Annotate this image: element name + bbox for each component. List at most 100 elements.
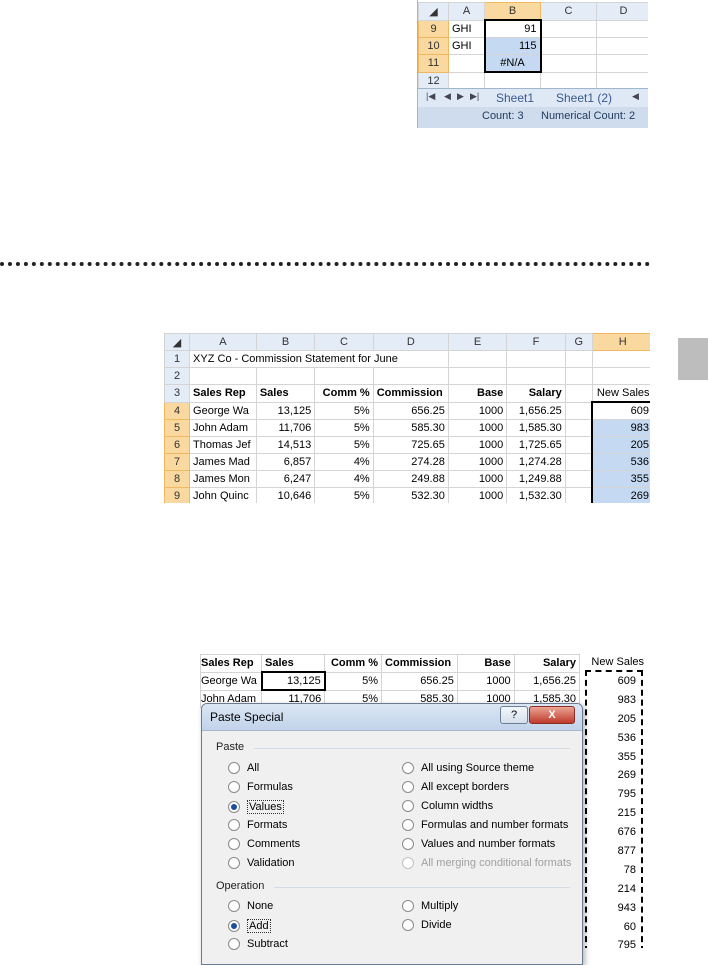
row-header[interactable]: 8 [164,470,191,488]
radio-circle-icon[interactable] [228,781,240,793]
cell[interactable]: 1,725.65 [506,436,566,454]
cell[interactable] [540,71,597,90]
select-all-corner[interactable]: ◢ [418,2,449,21]
paste-option-1[interactable]: Formulas [228,781,293,793]
header-cell[interactable]: Comm % [324,654,383,673]
cell[interactable] [314,367,374,385]
sheet-tab-sheet1[interactable]: Sheet1 [496,91,534,105]
paste-option-right-2[interactable]: Column widths [402,800,493,812]
radio-circle-icon[interactable] [228,762,240,774]
column-header-a[interactable]: A [448,2,485,21]
new-sales-value[interactable]: 609 [586,672,638,691]
header-cell[interactable]: Sales [255,384,316,403]
new-sales-value[interactable]: 214 [586,880,638,899]
cell[interactable] [540,54,597,73]
radio-circle-icon[interactable] [402,919,414,931]
cell[interactable]: James Mon [189,470,257,488]
cell[interactable] [596,19,648,38]
radio-circle-icon[interactable] [228,938,240,950]
cell[interactable] [564,436,593,454]
cell[interactable] [596,54,648,73]
cell[interactable] [564,419,593,437]
cell[interactable]: 1000 [456,671,515,691]
cell[interactable]: 13,125 [255,401,316,420]
paste-option-4[interactable]: Comments [228,838,300,850]
cell[interactable]: 1,249.88 [506,470,566,488]
radio-circle-icon[interactable] [228,838,240,850]
cell[interactable] [540,37,597,55]
cell[interactable] [372,367,449,385]
cell[interactable] [564,350,593,368]
cell[interactable]: 274.28 [372,453,449,471]
header-cell[interactable]: Base [447,384,508,403]
header-cell[interactable]: Comm % [314,384,374,403]
cell[interactable]: GHI [448,19,485,38]
column-header-d[interactable]: D [596,2,648,21]
cell[interactable]: 249.88 [372,470,449,488]
cell[interactable]: 6,247 [255,470,316,488]
new-sales-cell[interactable]: 983 [591,419,650,437]
column-header-f[interactable]: F [506,333,566,351]
cell[interactable]: 585.30 [372,419,449,437]
header-cell[interactable]: Commission [372,384,449,403]
header-cell[interactable]: New Sales [591,384,650,403]
column-header-g[interactable]: G [564,333,593,351]
new-sales-value[interactable]: 205 [586,710,638,729]
cell[interactable]: 115 [483,37,542,55]
cell[interactable]: James Mad [189,453,257,471]
paste-option-right-1[interactable]: All except borders [402,781,509,793]
cell[interactable]: 1000 [447,487,508,503]
error-cell[interactable]: #N/A [483,54,542,73]
next-sheet-icon[interactable]: ▶ [457,91,464,102]
radio-circle-icon[interactable] [228,920,240,932]
radio-circle-icon[interactable] [402,800,414,812]
cell[interactable]: George Wa [200,671,263,691]
new-sales-cell[interactable]: 205 [591,436,650,454]
column-header-c[interactable]: C [540,2,597,21]
radio-circle-icon[interactable] [402,762,414,774]
cell[interactable] [591,367,650,385]
new-sales-value[interactable]: 269 [586,766,638,785]
cell[interactable]: 14,513 [255,436,316,454]
cell[interactable]: 5% [314,487,374,503]
prev-sheet-icon[interactable]: ◀ [444,91,451,102]
header-cell[interactable]: Salary [513,654,581,673]
row-header[interactable]: 11 [418,54,449,73]
cell[interactable]: 1000 [447,401,508,420]
radio-circle-icon[interactable] [228,857,240,869]
radio-circle-icon[interactable] [402,900,414,912]
cell[interactable] [564,487,593,503]
header-cell[interactable]: Base [456,654,515,673]
cell[interactable] [564,401,593,420]
cell[interactable]: 532.30 [372,487,449,503]
cell[interactable] [564,470,593,488]
new-sales-cell[interactable]: 355 [591,470,650,488]
column-header-c[interactable]: C [314,333,374,351]
new-sales-value[interactable]: 983 [586,691,638,710]
column-header-a[interactable]: A [189,333,257,351]
cell[interactable] [189,367,257,385]
cell[interactable] [255,367,316,385]
cell[interactable] [448,54,485,73]
cell[interactable]: GHI [448,37,485,55]
radio-circle-icon[interactable] [402,819,414,831]
tab-scroll-icon[interactable]: ◀ [632,91,639,102]
operation-option-1[interactable]: Add [228,919,271,933]
cell[interactable]: John Quinc [189,487,257,503]
paste-option-5[interactable]: Validation [228,857,295,869]
header-cell[interactable]: Sales Rep [200,654,263,673]
paste-option-right-0[interactable]: All using Source theme [402,762,534,774]
cell[interactable]: John Adam [189,419,257,437]
select-all-corner[interactable]: ◢ [164,333,191,351]
cell[interactable] [447,367,508,385]
new-sales-value[interactable]: 60 [586,918,638,937]
help-button[interactable]: ? [500,706,528,724]
row-header[interactable]: 10 [418,37,449,55]
paste-option-0[interactable]: All [228,762,259,774]
new-sales-cell[interactable]: 536 [591,453,650,471]
operation-option-right-1[interactable]: Divide [402,919,452,931]
radio-circle-icon[interactable] [228,801,240,813]
column-header-b[interactable]: B [255,333,316,351]
cell[interactable]: 4% [314,470,374,488]
paste-option-3[interactable]: Formats [228,819,287,831]
